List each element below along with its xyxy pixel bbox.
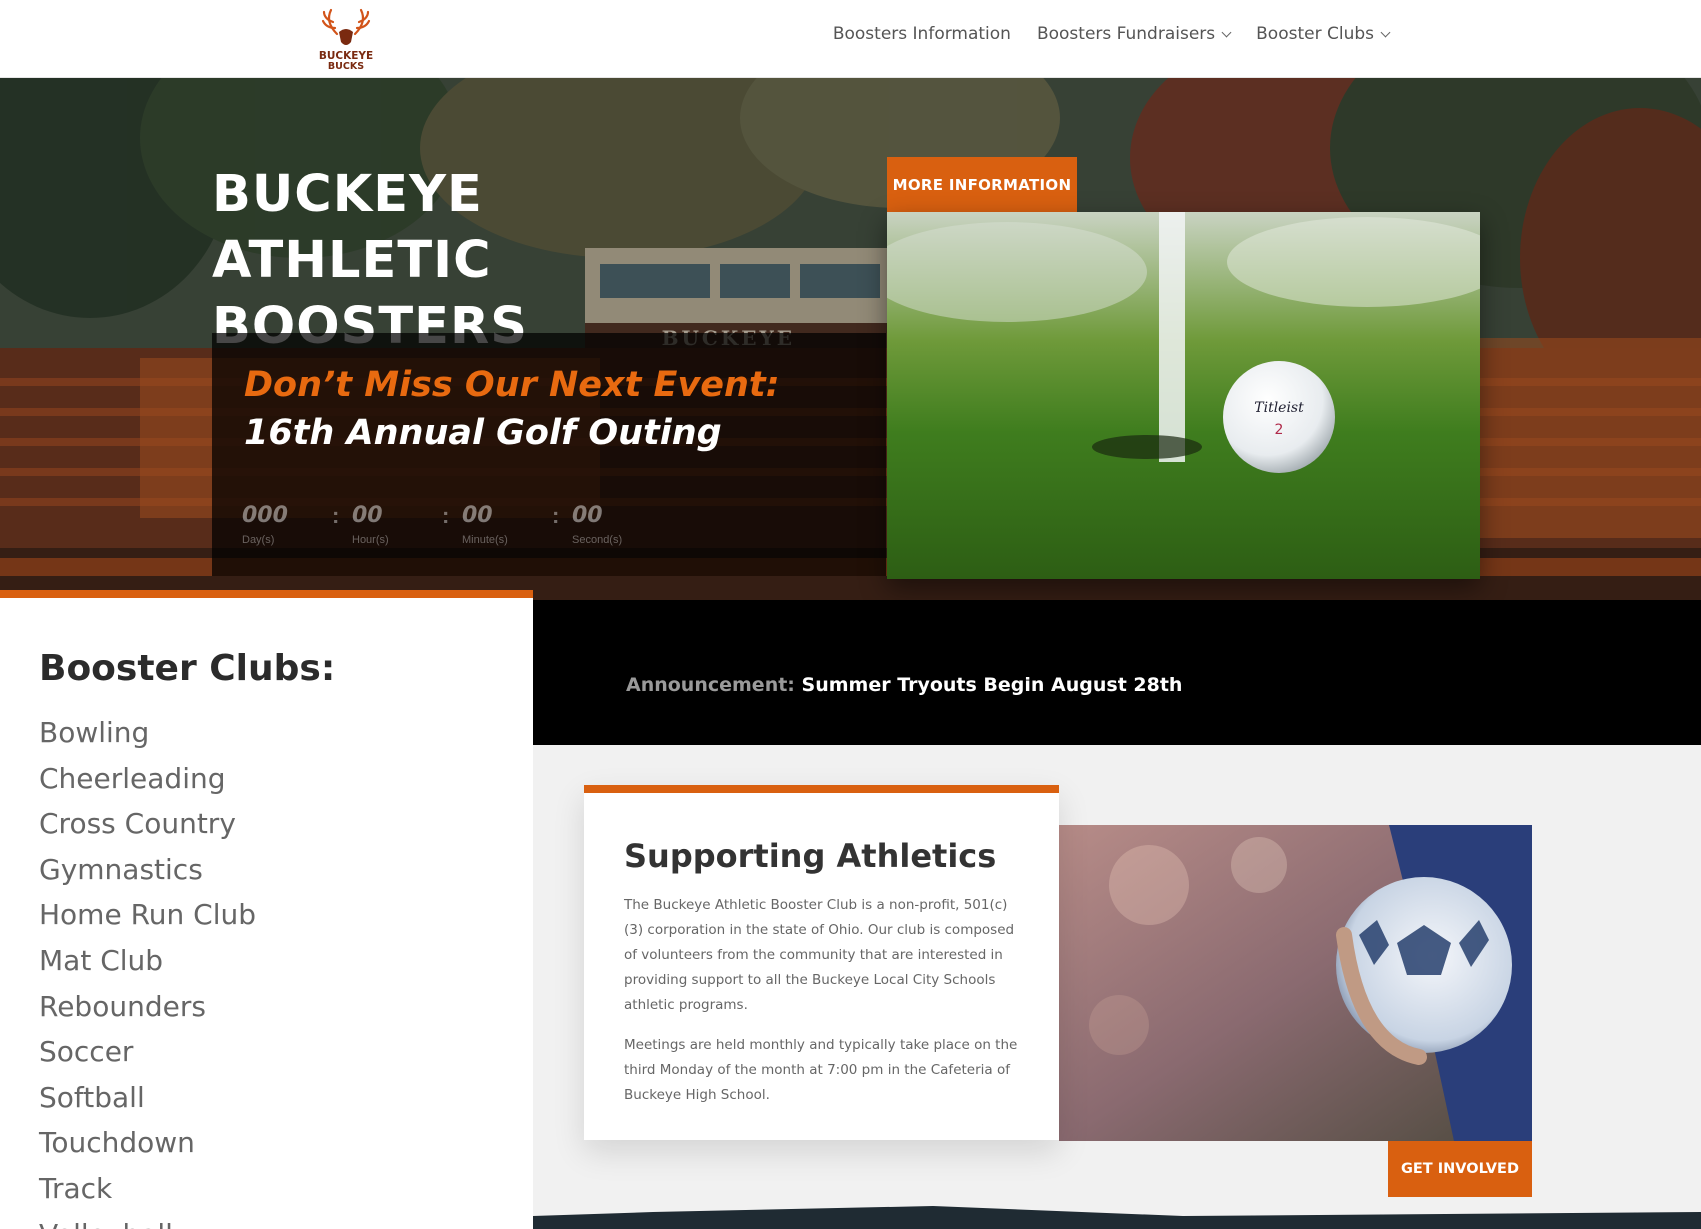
supporting-athletics-card: Supporting Athletics The Buckeye Athleti… [584,785,1059,1140]
nav-label: Booster Clubs [1256,24,1374,44]
countdown-value: 00 [352,503,383,528]
booster-clubs-list: Bowling Cheerleading Cross Country Gymna… [39,710,256,1229]
countdown-seconds: 00 Second(s) [572,503,662,546]
nav-label: Boosters Fundraisers [1036,24,1216,44]
club-link-home-run-club[interactable]: Home Run Club [39,892,256,938]
booster-clubs-title: Booster Clubs: [39,648,336,689]
club-link-rebounders[interactable]: Rebounders [39,984,256,1030]
countdown-label: Day(s) [242,534,275,546]
svg-text:BUCKS: BUCKS [328,61,364,72]
countdown-value: 00 [572,503,603,528]
event-name: 16th Annual Golf Outing [244,413,722,453]
club-link-volleyball[interactable]: Volleyball [39,1212,256,1229]
countdown-separator: : [332,503,340,528]
get-involved-button[interactable]: GET INVOLVED [1388,1141,1532,1197]
next-event-box: Don’t Miss Our Next Event: 16th Annual G… [212,333,886,576]
nav-boosters-information[interactable]: Boosters Information [833,24,1011,44]
countdown-separator: : [552,503,560,528]
supporting-athletics-title: Supporting Athletics [624,837,997,875]
countdown-timer: 000 Day(s) : 00 Hour(s) : 00 Minute(s) :… [242,503,662,546]
nav-boosters-fundraisers[interactable]: Boosters Fundraisers [1036,24,1232,44]
chevron-down-icon [1380,27,1391,37]
announcement-label: Announcement: [626,674,795,696]
svg-text:2: 2 [1275,422,1284,438]
countdown-hours: 00 Hour(s) [352,503,442,546]
countdown-minutes: 00 Minute(s) [462,503,552,546]
countdown-value: 000 [242,503,288,528]
svg-text:Titleist: Titleist [1254,400,1304,416]
countdown-label: Hour(s) [352,534,389,546]
club-link-gymnastics[interactable]: Gymnastics [39,847,256,893]
club-link-softball[interactable]: Softball [39,1075,256,1121]
club-link-cheerleading[interactable]: Cheerleading [39,756,256,802]
bottom-divider-wave [533,1206,1701,1229]
club-link-touchdown[interactable]: Touchdown [39,1120,256,1166]
countdown-separator: : [442,503,450,528]
site-header: BUCKEYE BUCKS Boosters Information Boost… [0,0,1701,78]
hero-title: BUCKEYE ATHLETIC BOOSTERS [212,165,528,356]
soccer-ball-image [1059,825,1532,1141]
booster-clubs-panel: Booster Clubs: Bowling Cheerleading Cros… [0,590,533,1229]
event-heading: Don’t Miss Our Next Event: [244,365,780,405]
chevron-down-icon [1221,27,1232,37]
club-link-soccer[interactable]: Soccer [39,1029,256,1075]
announcement-text: Announcement: Summer Tryouts Begin Augus… [626,674,1182,696]
nav-booster-clubs[interactable]: Booster Clubs [1256,24,1391,44]
countdown-days: 000 Day(s) [242,503,332,546]
more-information-button[interactable]: MORE INFORMATION [887,157,1077,212]
nav-label: Boosters Information [832,24,1011,44]
club-link-bowling[interactable]: Bowling [39,710,256,756]
countdown-value: 00 [462,503,493,528]
supporting-athletics-text: The Buckeye Athletic Booster Club is a n… [624,893,1019,1123]
club-link-mat-club[interactable]: Mat Club [39,938,256,984]
support-paragraph: The Buckeye Athletic Booster Club is a n… [624,897,1015,1013]
club-link-track[interactable]: Track [39,1166,256,1212]
buckeye-bucks-logo[interactable]: BUCKEYE BUCKS [315,4,377,72]
countdown-label: Minute(s) [462,534,508,546]
club-link-cross-country[interactable]: Cross Country [39,801,256,847]
support-paragraph: Meetings are held monthly and typically … [624,1037,1018,1103]
countdown-label: Second(s) [572,534,623,546]
golf-ball-image: Titleist 2 [887,212,1480,579]
main-nav: Boosters Information Boosters Fundraiser… [833,24,1391,44]
announcement-message: Summer Tryouts Begin August 28th [801,674,1183,696]
